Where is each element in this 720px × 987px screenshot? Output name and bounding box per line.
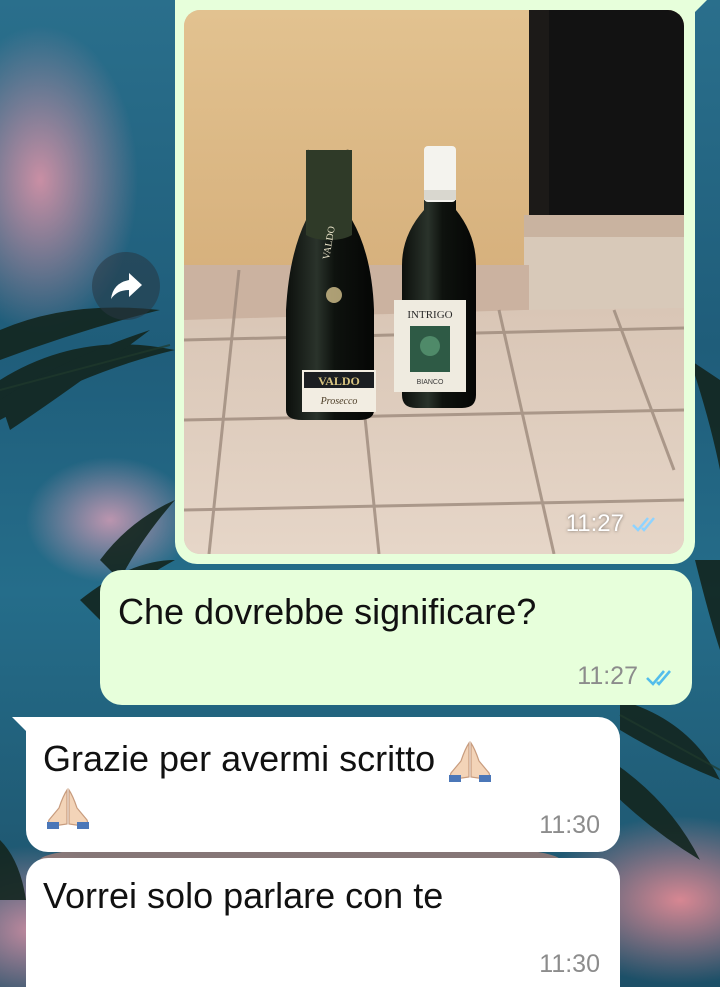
photo-wine-bottles: VALDO Prosecco VALDO INTRIGO BIANCO (184, 10, 684, 554)
folded-hands-emoji-icon (449, 741, 492, 783)
bubble-tail (693, 0, 707, 14)
incoming-message-bubble[interactable]: Vorrei solo parlare con te 11:30 (26, 858, 620, 987)
svg-text:Prosecco: Prosecco (320, 396, 358, 407)
double-check-icon (646, 669, 671, 686)
message-timestamp: 11:30 (539, 950, 600, 978)
double-check-icon (632, 517, 655, 532)
photo-timestamp: 11:27 (566, 510, 660, 538)
message-photo[interactable]: VALDO Prosecco VALDO INTRIGO BIANCO 11:2… (184, 10, 684, 554)
incoming-message-bubble[interactable]: Grazie per avermi scritto 11:30 (12, 717, 620, 852)
message-text: Che dovrebbe significare? (118, 591, 537, 632)
svg-text:VALDO: VALDO (318, 374, 360, 388)
forward-icon (111, 273, 142, 299)
message-timestamp: 11:27 (577, 662, 676, 691)
image-message-bubble[interactable]: VALDO Prosecco VALDO INTRIGO BIANCO 11:2… (175, 0, 707, 564)
svg-text:BIANCO: BIANCO (417, 379, 444, 386)
folded-hands-emoji-icon (47, 787, 89, 829)
bubble-tail (12, 717, 27, 732)
message-text: Grazie per avermi scritto (43, 737, 603, 830)
svg-text:INTRIGO: INTRIGO (407, 309, 452, 321)
message-text: Vorrei solo parlare con te (43, 875, 444, 916)
message-timestamp: 11:30 (539, 811, 600, 839)
forward-button[interactable] (92, 252, 160, 320)
outgoing-message-bubble[interactable]: Che dovrebbe significare? 11:27 (100, 570, 692, 705)
